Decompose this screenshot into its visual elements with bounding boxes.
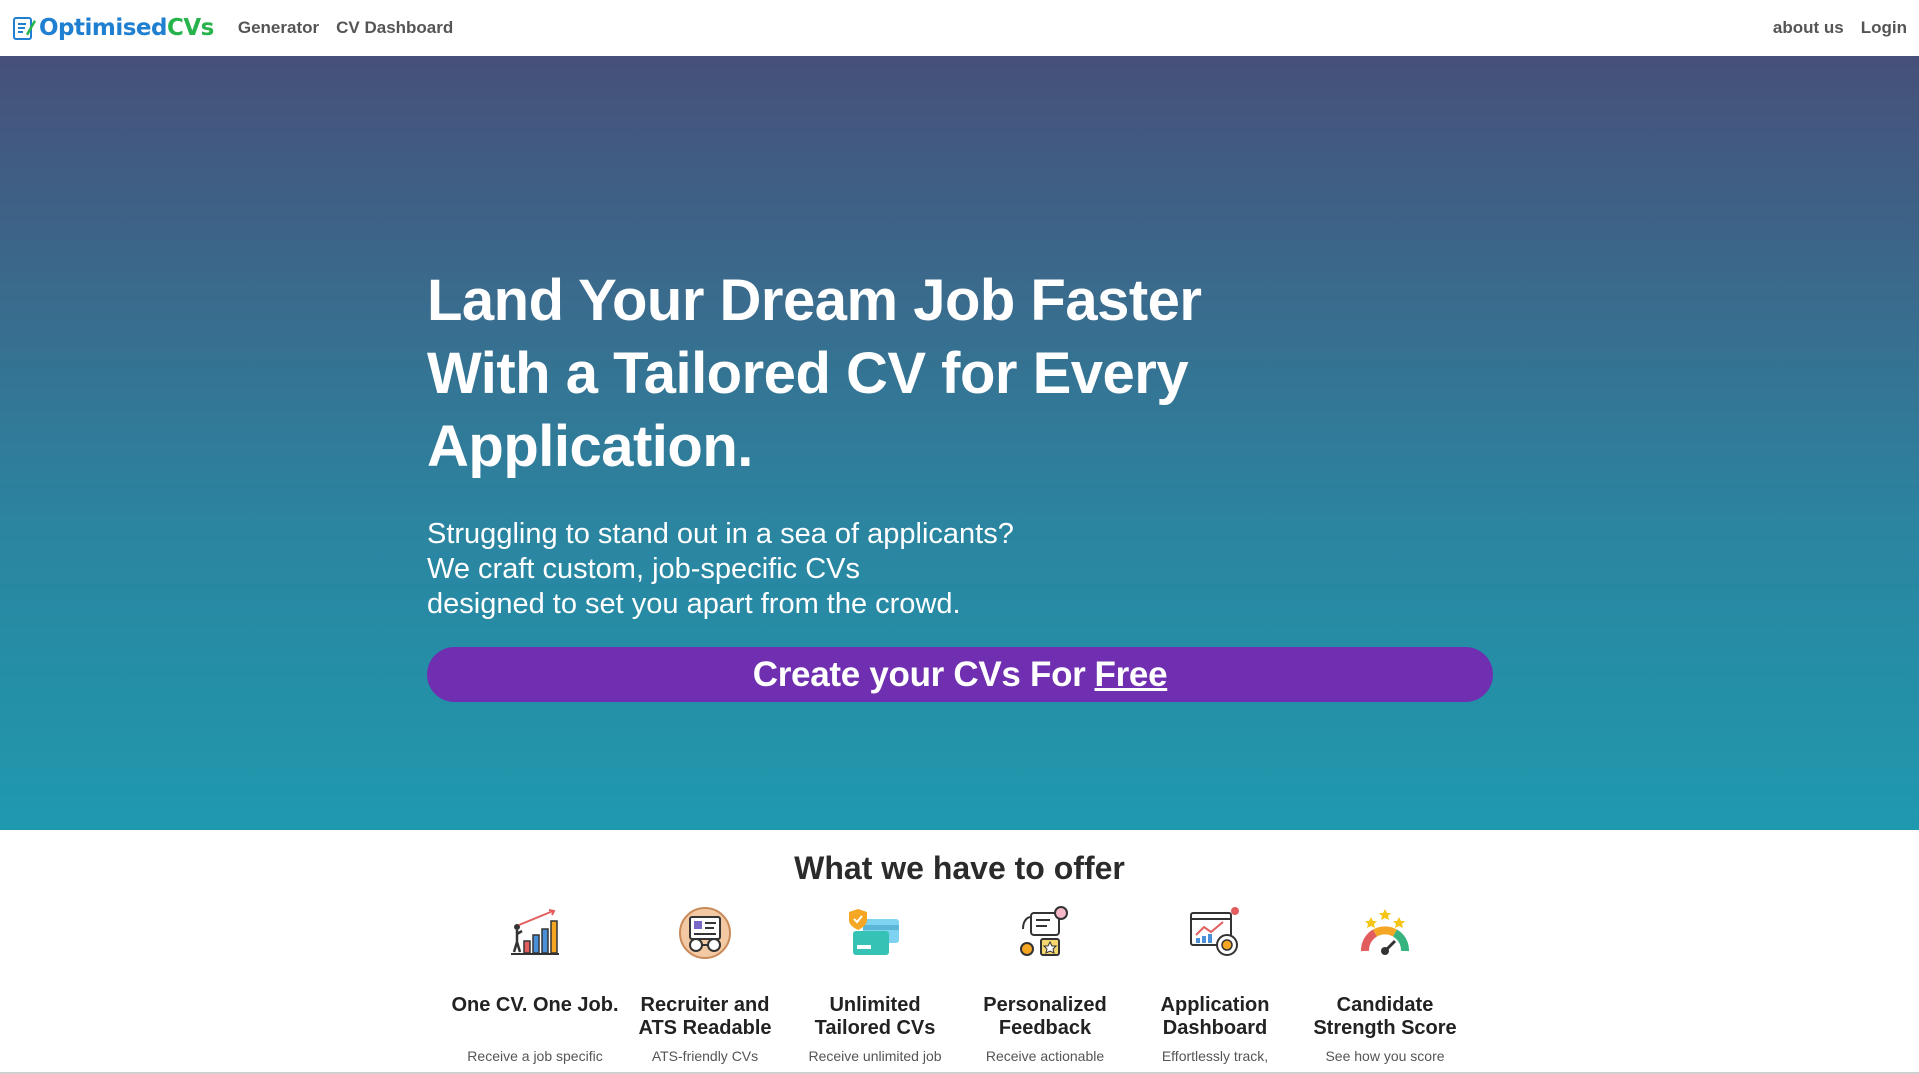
feature-list: One CV. One Job. Receive a job specific … xyxy=(450,905,1470,1064)
feature-title: Recruiter and ATS Readable xyxy=(638,994,772,1039)
hero-subtitle-line2: We craft custom, job-specific CVs xyxy=(427,553,860,585)
feature-card: Personalized Feedback Receive actionable xyxy=(960,905,1130,1064)
feature-title: One CV. One Job. xyxy=(451,994,619,1016)
robot-reader-icon xyxy=(679,907,731,959)
brand-name-part1: Optimised xyxy=(39,15,168,41)
gauge-icon xyxy=(1361,909,1409,955)
feature-card: Application Dashboard Effortlessly track… xyxy=(1130,905,1300,1064)
create-cv-button[interactable]: Create your CVs For Free xyxy=(427,647,1493,702)
feature-card: Recruiter and ATS Readable ATS-friendly … xyxy=(620,905,790,1064)
feature-card: Unlimited Tailored CVs Receive unlimited… xyxy=(790,905,960,1064)
feature-title: Candidate Strength Score xyxy=(1313,994,1457,1039)
feature-card: Candidate Strength Score See how you sco… xyxy=(1300,905,1470,1064)
brand-name-part2: CVs xyxy=(167,15,214,41)
top-navbar: OptimisedCVs Generator CV Dashboard abou… xyxy=(0,0,1919,56)
brand-name: OptimisedCVs xyxy=(39,15,214,41)
hero-section: Land Your Dream Job Faster With a Tailor… xyxy=(0,56,1919,830)
nav-link-cv-dashboard[interactable]: CV Dashboard xyxy=(336,18,453,38)
feature-description: Effortlessly track, xyxy=(1161,1048,1269,1064)
offer-title: What we have to offer xyxy=(794,850,1125,886)
hero-subtitle-line3: designed to set you apart from the crowd… xyxy=(427,588,961,620)
cta-text: Create your CVs For xyxy=(752,654,1086,694)
hero-content: Land Your Dream Job Faster With a Tailor… xyxy=(427,264,1493,702)
feature-description: Receive actionable xyxy=(985,1048,1105,1064)
dashboard-icon xyxy=(1190,907,1239,956)
brand-logo[interactable]: OptimisedCVs xyxy=(12,15,214,41)
feature-description: See how you score xyxy=(1325,1048,1445,1064)
feature-title: Personalized Feedback xyxy=(983,994,1107,1039)
cards-icon xyxy=(849,909,899,955)
feedback-icon xyxy=(1020,906,1068,956)
hero-title: Land Your Dream Job Faster With a Tailor… xyxy=(427,264,1493,483)
feature-card: One CV. One Job. Receive a job specific xyxy=(450,905,620,1064)
cta-free-link[interactable]: Free xyxy=(1095,655,1168,695)
nav-links: Generator CV Dashboard xyxy=(238,18,470,38)
growth-chart-icon xyxy=(511,909,559,955)
hero-title-line1: Land Your Dream Job Faster xyxy=(427,268,1202,333)
feature-description: Receive a job specific xyxy=(467,1048,603,1064)
nav-link-generator[interactable]: Generator xyxy=(238,18,319,38)
feature-description: Receive unlimited job xyxy=(808,1048,942,1064)
nav-link-about-us[interactable]: about us xyxy=(1773,18,1844,38)
hero-subtitle: Struggling to stand out in a sea of appl… xyxy=(427,517,1493,622)
hero-title-line2: With a Tailored CV for Every Application… xyxy=(427,341,1189,479)
feature-description: ATS-friendly CVs xyxy=(651,1048,759,1064)
feature-title: Unlimited Tailored CVs xyxy=(814,994,936,1039)
offer-section: What we have to offer One CV. One Job. R… xyxy=(0,830,1919,1074)
document-edit-icon xyxy=(13,17,36,40)
feature-title: Application Dashboard xyxy=(1160,994,1270,1039)
nav-right-links: about us Login xyxy=(1756,18,1907,38)
nav-link-login[interactable]: Login xyxy=(1861,18,1907,38)
hero-subtitle-line1: Struggling to stand out in a sea of appl… xyxy=(427,518,1014,550)
